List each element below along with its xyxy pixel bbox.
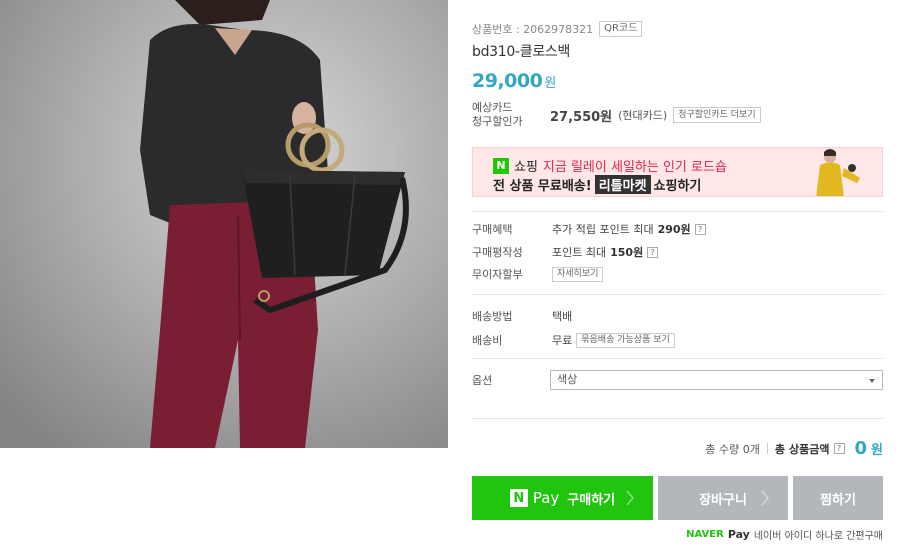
shipping-fee-row: 배송비 무료 묶음배송 가능상품 보기 — [472, 332, 675, 348]
shipping-fee-value: 무료 묶음배송 가능상품 보기 — [552, 332, 675, 348]
chevron-right-icon — [626, 490, 634, 506]
total-unit: 원 — [871, 443, 883, 458]
chevron-down-icon — [869, 379, 875, 383]
card-discount-row: 예상카드 청구할인가 27,550원 (현대카드) 청구할인카드 더보기 — [472, 101, 883, 129]
help-icon[interactable]: ? — [647, 246, 659, 258]
product-image — [0, 0, 448, 448]
divider — [472, 211, 883, 212]
option-select[interactable]: 색상 — [550, 370, 883, 390]
shipping-method-value: 택배 — [552, 310, 573, 323]
price-row: 29,000 원 — [472, 70, 556, 92]
banner-model-image — [816, 149, 860, 196]
divider — [472, 418, 883, 419]
npay-buy-button[interactable]: N Pay 구매하기 — [472, 476, 653, 520]
review-point-text: 포인트 최대 — [552, 246, 607, 259]
total-row: 총 수량 0개 총 상품금액 ? 0 원 — [705, 438, 883, 459]
card-discount-label: 예상카드 청구할인가 — [472, 101, 550, 129]
option-selected-value: 색상 — [557, 373, 578, 386]
card-discount-more-button[interactable]: 청구할인카드 더보기 — [673, 107, 761, 123]
wishlist-label: 찜하기 — [820, 492, 856, 508]
divider — [472, 294, 883, 295]
option-label: 옵션 — [472, 374, 493, 387]
product-price: 29,000 — [472, 70, 543, 92]
total-label-prefix: 총 — [774, 442, 786, 456]
product-number-row: 상품번호 : 2062978321 QR코드 — [472, 21, 643, 37]
review-point-row: 구매평작성 포인트 최대 150원 ? — [472, 244, 659, 260]
banner-free-shipping: 전 상품 무료배송! — [493, 179, 592, 194]
option-row: 옵션 — [472, 372, 552, 388]
divider — [472, 358, 883, 359]
installment-detail-button[interactable]: 자세히보기 — [552, 266, 604, 282]
purchase-benefit-row: 구매혜택 추가 적립 포인트 최대 290원 ? — [472, 221, 706, 237]
product-number: 상품번호 : 2062978321 — [472, 23, 594, 36]
npay-n-icon: N — [509, 489, 528, 507]
chevron-right-icon — [761, 490, 769, 506]
total-amount: 0 — [854, 438, 868, 459]
wishlist-button[interactable]: 찜하기 — [793, 476, 883, 520]
cart-button[interactable]: 장바구니 — [658, 476, 788, 520]
total-quantity: 총 수량 0개 — [705, 442, 760, 456]
installment-row: 무이자할부 자세히보기 — [472, 266, 604, 282]
purchase-benefit-value: 추가 적립 포인트 최대 290원 ? — [552, 221, 706, 237]
buy-label: 구매하기 — [567, 492, 616, 508]
npay-note: 네이버 아이디 하나로 간편구매 — [753, 531, 883, 542]
review-point-label: 구매평작성 — [472, 246, 523, 259]
purchase-benefit-amount: 290원 — [657, 223, 691, 236]
banner-shop-now: 쇼핑하기 — [653, 179, 702, 194]
purchase-benefit-text: 추가 적립 포인트 최대 — [552, 223, 654, 236]
banner-highlight: 지금 릴레이 세일하는 인기 로드숍 — [542, 160, 727, 175]
banner-line1: N 쇼핑 지금 릴레이 세일하는 인기 로드숍 — [493, 156, 727, 175]
banner-line2: 전 상품 무료배송! 리틀마켓 쇼핑하기 — [493, 175, 701, 194]
shipping-method-label: 배송방법 — [472, 310, 513, 323]
pay-logo-text: Pay — [727, 528, 750, 541]
card-discount-label-line2: 청구할인가 — [472, 115, 523, 128]
bundle-shipping-button[interactable]: 묶음배송 가능상품 보기 — [576, 332, 675, 348]
separator — [766, 443, 768, 454]
card-name: (현대카드) — [618, 109, 668, 122]
product-title: bd310-클로스백 — [472, 44, 571, 60]
product-photo — [0, 0, 448, 448]
review-point-amount: 150원 — [610, 246, 644, 259]
naver-logo-text: NAVER — [686, 529, 724, 540]
cart-label: 장바구니 — [699, 492, 747, 508]
price-unit: 원 — [544, 76, 557, 91]
card-discount-label-line1: 예상카드 — [472, 101, 513, 114]
npay-pay-text: Pay — [532, 489, 560, 507]
card-discount-price: 27,550원 — [550, 109, 613, 125]
installment-label: 무이자할부 — [472, 268, 523, 281]
help-icon[interactable]: ? — [694, 223, 706, 235]
banner-tag: 리틀마켓 — [594, 175, 651, 194]
shipping-fee-label: 배송비 — [472, 334, 503, 347]
total-label: 상품금액 — [789, 442, 830, 456]
purchase-benefit-label: 구매혜택 — [472, 223, 513, 236]
promo-banner[interactable]: N 쇼핑 지금 릴레이 세일하는 인기 로드숍 전 상품 무료배송! 리틀마켓 … — [472, 147, 883, 197]
banner-prefix: 쇼핑 — [514, 160, 538, 175]
help-icon[interactable]: ? — [833, 443, 845, 454]
shipping-fee-text: 무료 — [552, 334, 573, 347]
review-point-value: 포인트 최대 150원 ? — [552, 244, 659, 260]
naver-n-icon: N — [493, 157, 509, 174]
npay-footer-note: NAVER Pay 네이버 아이디 하나로 간편구매 — [686, 527, 883, 542]
shipping-method-row: 배송방법 택배 — [472, 308, 572, 324]
qr-code-button[interactable]: QR코드 — [599, 21, 643, 37]
